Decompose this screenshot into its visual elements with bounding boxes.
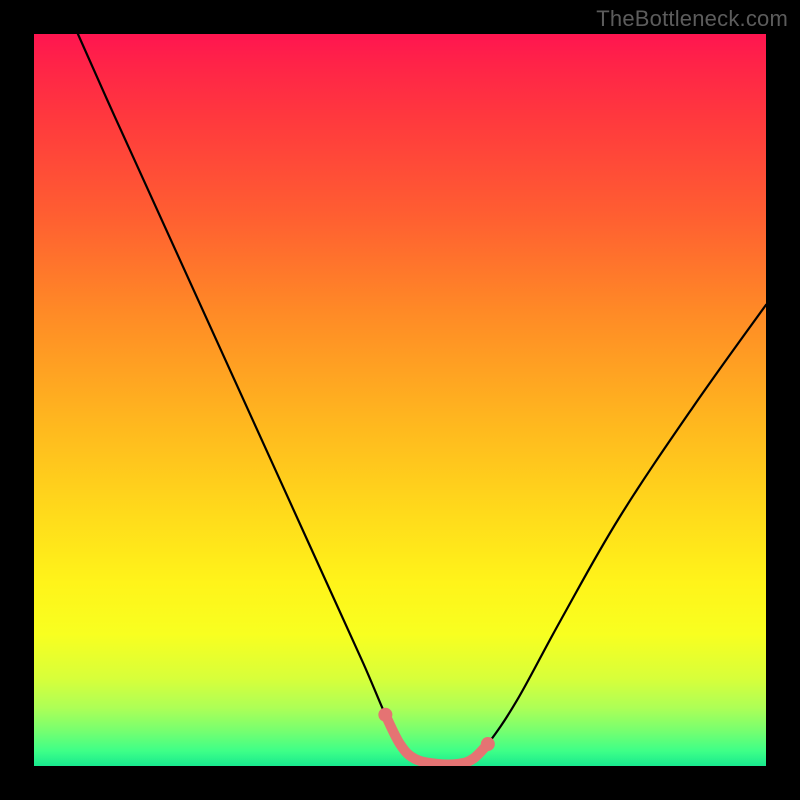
plot-area bbox=[34, 34, 766, 766]
bottleneck-curve bbox=[78, 34, 766, 764]
chart-frame: TheBottleneck.com bbox=[0, 0, 800, 800]
highlight-dot bbox=[378, 708, 392, 722]
bottleneck-highlight bbox=[385, 715, 487, 765]
bottleneck-curve-svg bbox=[34, 34, 766, 766]
highlight-dot bbox=[481, 737, 495, 751]
watermark-text: TheBottleneck.com bbox=[596, 6, 788, 32]
